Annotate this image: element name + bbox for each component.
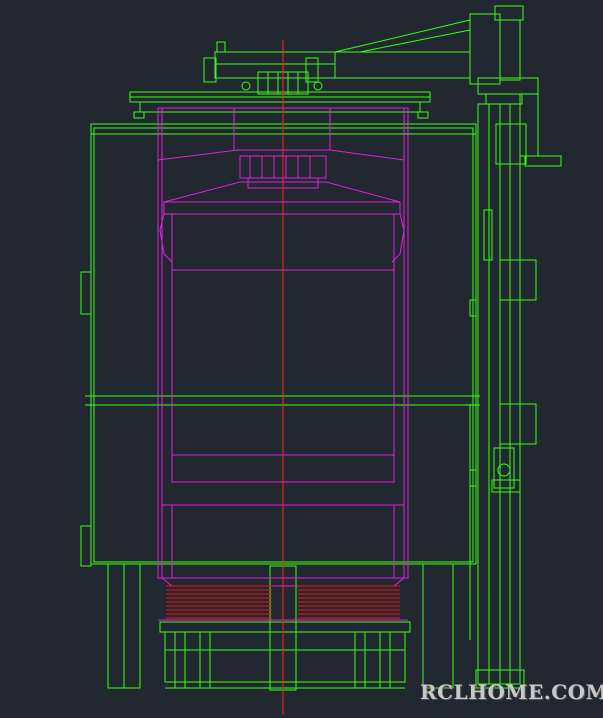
cad-drawing-canvas — [80, 5, 562, 715]
watermark-text: RCLHOME.COM — [420, 680, 603, 704]
furnace-frame-outline — [80, 5, 562, 691]
